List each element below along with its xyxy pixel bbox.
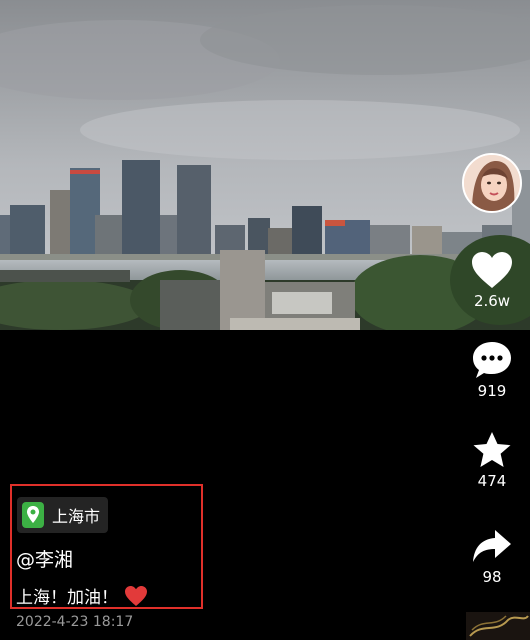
share-arrow-icon bbox=[473, 530, 511, 562]
post-date: 2022-4-23 18:17 bbox=[16, 614, 134, 630]
post-caption: 上海！加油！ bbox=[16, 583, 148, 608]
share-count: 98 bbox=[482, 568, 502, 586]
location-pin-icon bbox=[22, 502, 44, 528]
comment-icon bbox=[473, 342, 511, 378]
location-label: 上海市 bbox=[52, 507, 101, 526]
video-player[interactable] bbox=[0, 0, 530, 330]
favorite-count: 474 bbox=[477, 472, 507, 490]
author-avatar[interactable] bbox=[462, 153, 522, 213]
location-tag[interactable]: 上海市 bbox=[17, 497, 109, 533]
music-disc-icon[interactable] bbox=[466, 612, 530, 640]
red-heart-emoji-icon bbox=[125, 585, 147, 606]
heart-icon bbox=[472, 252, 512, 288]
comment-count: 919 bbox=[477, 382, 507, 400]
like-button[interactable]: 2.6w bbox=[457, 250, 527, 310]
star-icon bbox=[473, 432, 511, 467]
like-count: 2.6w bbox=[473, 292, 511, 310]
comment-button[interactable]: 919 bbox=[457, 340, 527, 400]
share-button[interactable]: 98 bbox=[457, 528, 527, 586]
caption-text: 上海！加油！ bbox=[16, 588, 118, 608]
author-name[interactable]: @李湘 bbox=[16, 545, 73, 572]
favorite-button[interactable]: 474 bbox=[457, 430, 527, 490]
avatar-photo-icon bbox=[464, 155, 520, 211]
